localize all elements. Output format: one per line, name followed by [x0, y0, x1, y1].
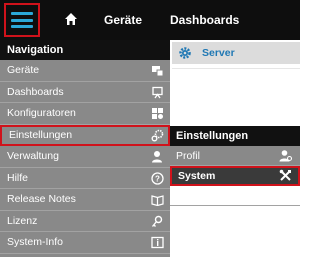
- gear-icon: [179, 47, 191, 59]
- nav-item-geraete[interactable]: Geräte: [0, 60, 170, 82]
- info-icon: [151, 236, 164, 249]
- nav-item-hilfe[interactable]: Hilfe ?: [0, 168, 170, 189]
- nav-item-label: Dashboards: [7, 85, 64, 98]
- settings-icon: [151, 129, 164, 141]
- submenu-item-label: System: [178, 170, 216, 182]
- dashboard-icon: [152, 86, 163, 98]
- nav-item-label: Konfiguratoren: [7, 107, 76, 119]
- submenu-item-label: E-Mail: [176, 190, 206, 202]
- home-icon[interactable]: [64, 12, 78, 26]
- nav-item-label: Release Notes: [7, 193, 76, 205]
- nav-item-label: Lizenz: [7, 214, 38, 227]
- nav-item-system-info[interactable]: System-Info: [0, 232, 170, 254]
- book-icon: [151, 195, 164, 206]
- license-icon: [151, 215, 163, 227]
- topnav-geraete-link[interactable]: Geräte: [104, 13, 142, 27]
- server-label: Server: [202, 47, 235, 59]
- nav-item-konfiguratoren[interactable]: Konfiguratoren: [0, 103, 170, 125]
- submenu-item-label: Profil: [176, 150, 200, 162]
- submenu-header: Einstellungen: [170, 126, 300, 146]
- configurator-icon: [152, 108, 163, 119]
- settings-submenu: Einstellungen Profil System E-Mail: [170, 126, 300, 206]
- help-icon: ?: [151, 171, 164, 185]
- submenu-item-profil[interactable]: Profil: [170, 146, 300, 166]
- profile-icon: [279, 150, 292, 162]
- hamburger-menu-button[interactable]: [4, 3, 40, 37]
- nav-item-einstellungen[interactable]: Einstellungen: [0, 124, 170, 146]
- content-divider: [172, 68, 300, 69]
- users-icon: [152, 151, 162, 163]
- nav-item-verwaltung[interactable]: Verwaltung: [0, 146, 170, 168]
- nav-item-release-notes[interactable]: Release Notes: [0, 189, 170, 211]
- navigation-header: Navigation: [0, 40, 170, 60]
- topnav-dashboards-link[interactable]: Dashboards: [170, 13, 239, 27]
- nav-item-lizenz[interactable]: Lizenz: [0, 211, 170, 232]
- navigation-panel: Navigation Geräte Dashboards Konfigurato…: [0, 40, 170, 257]
- nav-item-label: Einstellungen: [9, 128, 73, 141]
- nav-item-label: Hilfe: [7, 171, 29, 184]
- nav-item-dashboards[interactable]: Dashboards: [0, 82, 170, 103]
- nav-item-label: Geräte: [7, 64, 40, 76]
- tools-icon: [279, 169, 291, 181]
- devices-icon: [152, 66, 164, 77]
- nav-item-label: Verwaltung: [7, 150, 59, 162]
- server-settings-header[interactable]: Server: [172, 42, 300, 64]
- nav-item-label: System-Info: [7, 236, 64, 248]
- email-icon: [279, 189, 292, 201]
- hamburger-icon: [11, 12, 33, 28]
- top-bar: Geräte Dashboards: [0, 0, 300, 40]
- submenu-item-system[interactable]: System: [170, 166, 300, 186]
- submenu-item-email[interactable]: E-Mail: [170, 186, 300, 206]
- svg-text:?: ?: [155, 174, 160, 183]
